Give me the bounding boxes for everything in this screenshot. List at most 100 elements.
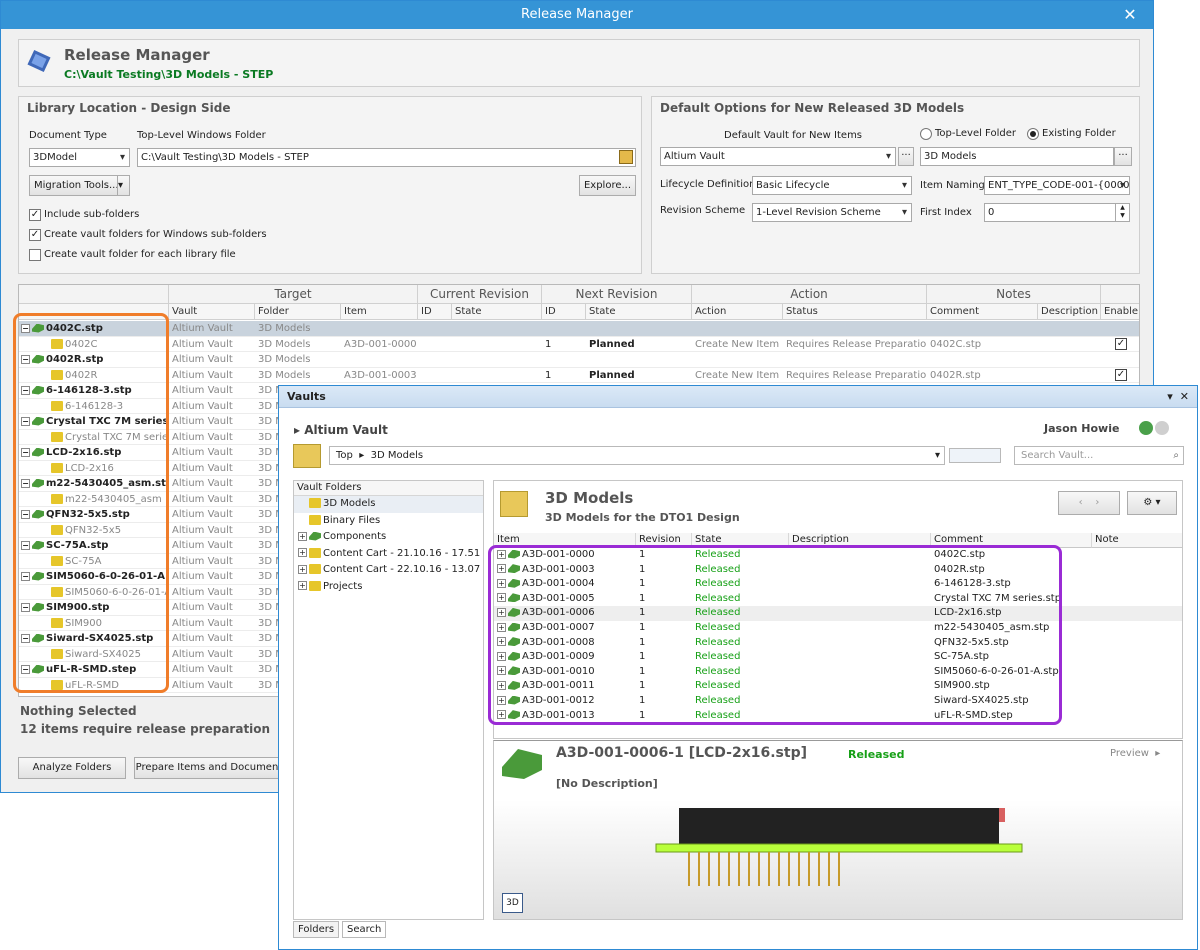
user-name: Jason Howie: [1044, 422, 1120, 435]
cell-vault: Altium Vault: [172, 416, 233, 427]
components-icon: [309, 531, 321, 541]
migration-tools-button[interactable]: Migration Tools... ▾: [29, 175, 130, 196]
revision-scheme-select[interactable]: 1-Level Revision Scheme: [752, 203, 912, 222]
expand-icon[interactable]: +: [298, 548, 307, 557]
vault-folder-item[interactable]: + Content Cart - 21.10.16 - 17.51: [294, 546, 483, 563]
folder-open-icon[interactable]: [619, 150, 633, 164]
lcd-model-render: [655, 808, 1023, 886]
3d-preview[interactable]: 3D: [494, 800, 1182, 919]
default-vault-value: Altium Vault: [664, 151, 725, 162]
expand-icon[interactable]: +: [298, 564, 307, 574]
cell-next-id: 1: [545, 369, 552, 381]
window-title: Release Manager: [521, 7, 633, 22]
view-toggle-icon[interactable]: [949, 448, 1001, 463]
detail-description: [No Description]: [556, 777, 658, 790]
col-folder[interactable]: Folder: [255, 304, 341, 320]
target-folder-input[interactable]: 3D Models: [920, 147, 1114, 166]
search-icon[interactable]: ⌕: [1173, 447, 1179, 464]
cell-vault: Altium Vault: [172, 571, 233, 582]
preview-toggle[interactable]: Preview ▸: [1110, 748, 1160, 759]
analyze-folders-button[interactable]: Analyze Folders: [18, 757, 126, 779]
vault-folder-item[interactable]: + Projects: [294, 579, 483, 596]
tab-search[interactable]: Search: [342, 921, 387, 938]
gear-icon[interactable]: ⚙ ▾: [1127, 491, 1177, 515]
panel-controls[interactable]: ▾ ✕: [1167, 386, 1189, 408]
col-enable[interactable]: Enable: [1101, 304, 1139, 320]
close-icon[interactable]: ✕: [1107, 1, 1153, 29]
explore-button[interactable]: Explore...: [579, 175, 636, 196]
table-row[interactable]: −0402C.stp Altium Vault 3D Models: [19, 321, 1139, 337]
top-level-folder-radio[interactable]: [920, 128, 932, 140]
document-type-select[interactable]: 3DModel: [29, 148, 130, 167]
folder-label: Top-Level Windows Folder: [137, 130, 266, 141]
cell-vault: Altium Vault: [172, 462, 233, 474]
vault-folder-item[interactable]: 3D Models: [294, 496, 483, 513]
first-index-value: 0: [988, 207, 995, 218]
first-index-input[interactable]: 0 ▲ ▼: [984, 203, 1130, 222]
group-enable-blank: [1101, 285, 1139, 304]
cell-vault: Altium Vault: [172, 354, 233, 365]
cell-comment: 0402R.stp: [930, 369, 981, 381]
col-next-state[interactable]: State: [586, 304, 692, 320]
col-comment[interactable]: Comment: [927, 304, 1038, 320]
col-current-id[interactable]: ID: [418, 304, 452, 320]
folder-browse-button[interactable]: ···: [1114, 147, 1132, 166]
connected-icon[interactable]: [1139, 421, 1153, 435]
window-titlebar: Release Manager ✕: [1, 1, 1153, 29]
chevron-down-icon: ▾: [117, 176, 129, 195]
spinner-icon[interactable]: ▲ ▼: [1115, 204, 1129, 221]
vcol-note[interactable]: Note: [1092, 533, 1182, 548]
forward-icon[interactable]: [1155, 421, 1169, 435]
enable-checkbox[interactable]: ✓: [1115, 337, 1127, 350]
prepare-items-label: Prepare Items and Documen: [135, 762, 279, 773]
cell-vault: Altium Vault: [172, 478, 233, 489]
breadcrumb[interactable]: Top ▸ 3D Models ▾: [329, 446, 945, 465]
folder-input[interactable]: C:\Vault Testing\3D Models - STEP: [137, 148, 636, 167]
vault-folder-item[interactable]: + Components: [294, 529, 483, 546]
enable-checkbox[interactable]: ✓: [1115, 368, 1127, 381]
col-item[interactable]: Item: [341, 304, 418, 320]
cell-comment: 0402C.stp: [930, 338, 982, 350]
expand-icon[interactable]: +: [298, 531, 307, 541]
vault-folders-header: Vault Folders: [294, 481, 483, 496]
search-input[interactable]: Search Vault... ⌕: [1014, 446, 1184, 465]
table-row[interactable]: −0402R.stp Altium Vault 3D Models: [19, 352, 1139, 368]
folder-icon: [309, 564, 321, 574]
table-row[interactable]: 0402C Altium Vault 3D Models A3D-001-0000 1 P…: [19, 337, 1139, 352]
crumb-folder[interactable]: 3D Models: [371, 450, 423, 461]
col-vault[interactable]: Vault: [169, 304, 255, 320]
cell-vault: Altium Vault: [172, 338, 233, 350]
folder-name: Projects: [323, 580, 363, 592]
nav-arrows[interactable]: ‹ ›: [1058, 491, 1120, 515]
vault-browse-button[interactable]: ···: [898, 147, 914, 166]
include-subfolders-checkbox[interactable]: ✓: [29, 209, 41, 221]
existing-folder-radio[interactable]: [1027, 128, 1039, 140]
col-action[interactable]: Action: [692, 304, 783, 320]
existing-folder-label: Existing Folder: [1042, 128, 1116, 139]
folder-value: C:\Vault Testing\3D Models - STEP: [141, 152, 309, 163]
table-row[interactable]: 0402R Altium Vault 3D Models A3D-001-0003 1 P…: [19, 368, 1139, 383]
col-status[interactable]: Status: [783, 304, 927, 320]
migration-tools-label: Migration Tools...: [34, 180, 119, 191]
crumb-dropdown-icon[interactable]: ▾: [935, 447, 940, 464]
item-naming-label: Item Naming: [920, 180, 985, 191]
group-target: Target: [169, 285, 418, 304]
expand-icon[interactable]: +: [298, 581, 307, 590]
vault-folder-item[interactable]: Binary Files: [294, 513, 483, 530]
default-vault-select[interactable]: Altium Vault: [660, 147, 896, 166]
vault-name[interactable]: ▸ Altium Vault: [294, 423, 388, 437]
col-description[interactable]: Description: [1038, 304, 1101, 320]
col-current-state[interactable]: State: [452, 304, 542, 320]
tab-folders[interactable]: Folders: [293, 921, 340, 938]
lifecycle-select[interactable]: Basic Lifecycle: [752, 176, 912, 195]
3d-view-button[interactable]: 3D: [502, 893, 523, 913]
lifecycle-label: Lifecycle Definition: [660, 179, 756, 190]
vault-folder-item[interactable]: + Content Cart - 22.10.16 - 13.07: [294, 562, 483, 579]
crumb-top[interactable]: Top: [336, 450, 353, 461]
col-next-id[interactable]: ID: [542, 304, 586, 320]
default-options-group: Default Options for New Released 3D Mode…: [651, 96, 1140, 274]
prepare-items-button[interactable]: Prepare Items and Documen: [134, 757, 280, 779]
create-vault-folders-checkbox[interactable]: ✓: [29, 229, 41, 241]
folder-per-file-checkbox[interactable]: [29, 249, 41, 261]
item-naming-select[interactable]: ENT_TYPE_CODE-001-{0000}: [984, 176, 1130, 195]
